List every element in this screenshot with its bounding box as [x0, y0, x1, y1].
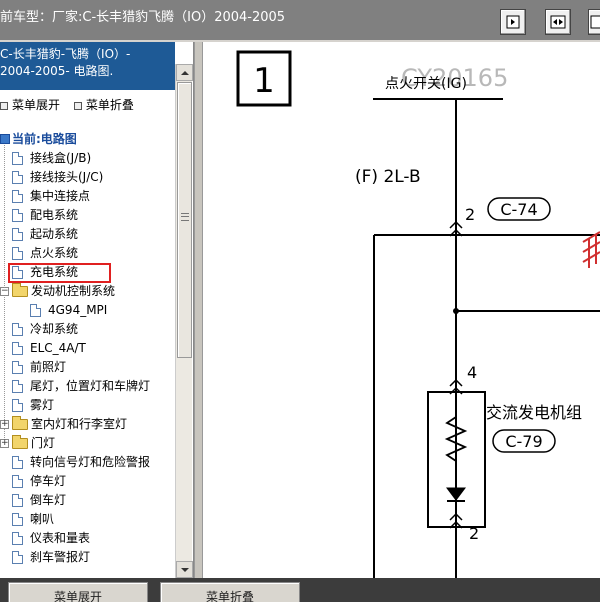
junction-dot: [453, 308, 459, 314]
tree-item-horn[interactable]: 喇叭: [0, 510, 175, 529]
tree-item-cooling-system[interactable]: 冷却系统: [0, 320, 175, 339]
document-icon: [12, 209, 23, 222]
tree-item-turn-signals[interactable]: 转向信号灯和危险警报: [0, 453, 175, 472]
tree-item-door-lamps[interactable]: + 门灯: [0, 434, 175, 453]
tree-item-engine-control[interactable]: − 发动机控制系统: [0, 282, 175, 301]
tree-item-ignition-system[interactable]: 点火系统: [0, 244, 175, 263]
panel-actions: 菜单展开 菜单折叠: [0, 96, 175, 114]
fit-page-icon[interactable]: [500, 9, 526, 35]
tree-item-tail-lamps[interactable]: 尾灯，位置灯和车牌灯: [0, 377, 175, 396]
pin-number-alt: 4: [467, 363, 477, 382]
wire-color-label: (F) 2L-B: [355, 167, 421, 187]
collapse-icon: [73, 101, 82, 110]
document-icon: [12, 361, 23, 374]
folder-icon: [12, 435, 28, 449]
grip-icon: [181, 213, 189, 221]
folder-open-icon: [12, 283, 28, 297]
document-icon: [12, 494, 23, 507]
tree-item-headlamps[interactable]: 前照灯: [0, 358, 175, 377]
panel-header-line2: 2004-2005- 电路图.: [0, 64, 114, 78]
ignition-switch-label: 点火开关(IG): [385, 76, 467, 92]
expand-node-icon[interactable]: +: [0, 420, 9, 429]
tree-item-elc-4at[interactable]: ELC_4A/T: [0, 339, 175, 358]
connector-c74: C-74: [500, 200, 537, 219]
tree-item-junction-box[interactable]: 接线盒(J/B): [0, 149, 175, 168]
collapse-node-icon[interactable]: −: [0, 287, 9, 296]
tree-item-starting-system[interactable]: 起动系统: [0, 225, 175, 244]
bottom-bar: 菜单展开 菜单折叠: [0, 578, 600, 602]
wiring-diagram-canvas: 1 CY20165 点火开关(IG) (F) 2L-B 2 C-74 4 交流发…: [236, 50, 600, 578]
menu-tree: 当前:电路图 接线盒(J/B) 接线接头(J/C) 集中连接点 配电系统 起动系…: [0, 128, 175, 578]
scroll-thumb[interactable]: [177, 82, 192, 358]
document-icon: [12, 323, 23, 336]
expand-menu-button[interactable]: 菜单展开: [8, 582, 148, 602]
document-icon: [12, 342, 23, 355]
collapse-all-link[interactable]: 菜单折叠: [73, 96, 134, 113]
panel-header-line1: C-长丰猎豹-飞腾（IO）-: [0, 47, 131, 61]
expand-node-icon[interactable]: +: [0, 439, 9, 448]
selection-highlight: [8, 263, 111, 283]
tree-item-brake-warning[interactable]: 刹车警报灯: [0, 548, 175, 567]
fit-width-icon[interactable]: [545, 9, 571, 35]
tree-item-reverse-lamps[interactable]: 倒车灯: [0, 491, 175, 510]
menu-panel: C-长丰猎豹-飞腾（IO）- 2004-2005- 电路图. 菜单展开 菜单折叠…: [0, 42, 194, 578]
document-icon: [12, 171, 23, 184]
tree-item-4g94-mpi[interactable]: 4G94_MPI: [0, 301, 175, 320]
tree-item-junction-connector[interactable]: 接线接头(J/C): [0, 168, 175, 187]
diode-symbol: [446, 487, 466, 501]
panel-splitter[interactable]: [194, 42, 203, 578]
highlight-mark: [582, 231, 600, 268]
tree-item-stop-lamps[interactable]: 停车灯: [0, 472, 175, 491]
document-icon: [12, 551, 23, 564]
tree-item-power-distribution[interactable]: 配电系统: [0, 206, 175, 225]
tree-item-charging-system[interactable]: 充电系统: [0, 263, 175, 283]
document-icon: [12, 399, 23, 412]
window-title: 前车型：厂家:C-长丰猎豹飞腾（IO）2004-2005: [0, 10, 286, 25]
tree-item-interior-lamps[interactable]: + 室内灯和行李室灯: [0, 415, 175, 434]
collapse-menu-button[interactable]: 菜单折叠: [160, 582, 300, 602]
tree-item-fog-lamps[interactable]: 雾灯: [0, 396, 175, 415]
tree-scrollbar[interactable]: [175, 64, 193, 578]
tree-item-meters-gauges[interactable]: 仪表和量表: [0, 529, 175, 548]
document-icon: [12, 513, 23, 526]
scroll-up-icon[interactable]: [176, 64, 193, 81]
expand-all-link[interactable]: 菜单展开: [0, 96, 60, 113]
document-icon: [12, 152, 23, 165]
document-icon: [12, 532, 23, 545]
expand-icon: [0, 101, 8, 110]
document-icon: [12, 456, 23, 469]
pin-number-top: 2: [465, 205, 475, 224]
diagram-root-icon: [0, 134, 10, 144]
connector-c79: C-79: [505, 432, 542, 451]
panel-header: C-长丰猎豹-飞腾（IO）- 2004-2005- 电路图.: [0, 42, 175, 90]
wiring-diagram[interactable]: 1 CY20165 点火开关(IG) (F) 2L-B 2 C-74 4 交流发…: [203, 42, 600, 578]
document-icon: [12, 190, 23, 203]
tree-item-central-ground[interactable]: 集中连接点: [0, 187, 175, 206]
title-bar: 前车型：厂家:C-长丰猎豹飞腾（IO）2004-2005: [0, 0, 600, 40]
document-icon: [12, 380, 23, 393]
alternator-label: 交流发电机组: [486, 403, 582, 422]
tree-root[interactable]: 当前:电路图: [0, 130, 175, 149]
document-icon: [30, 304, 41, 317]
document-icon: [12, 228, 23, 241]
pin-number-bottom: 2: [469, 524, 479, 543]
document-icon: [12, 247, 23, 260]
document-icon: [12, 475, 23, 488]
page-number: 1: [253, 61, 275, 101]
scroll-down-icon[interactable]: [176, 561, 193, 578]
folder-icon: [12, 416, 28, 430]
zoom-icon[interactable]: [588, 9, 600, 35]
